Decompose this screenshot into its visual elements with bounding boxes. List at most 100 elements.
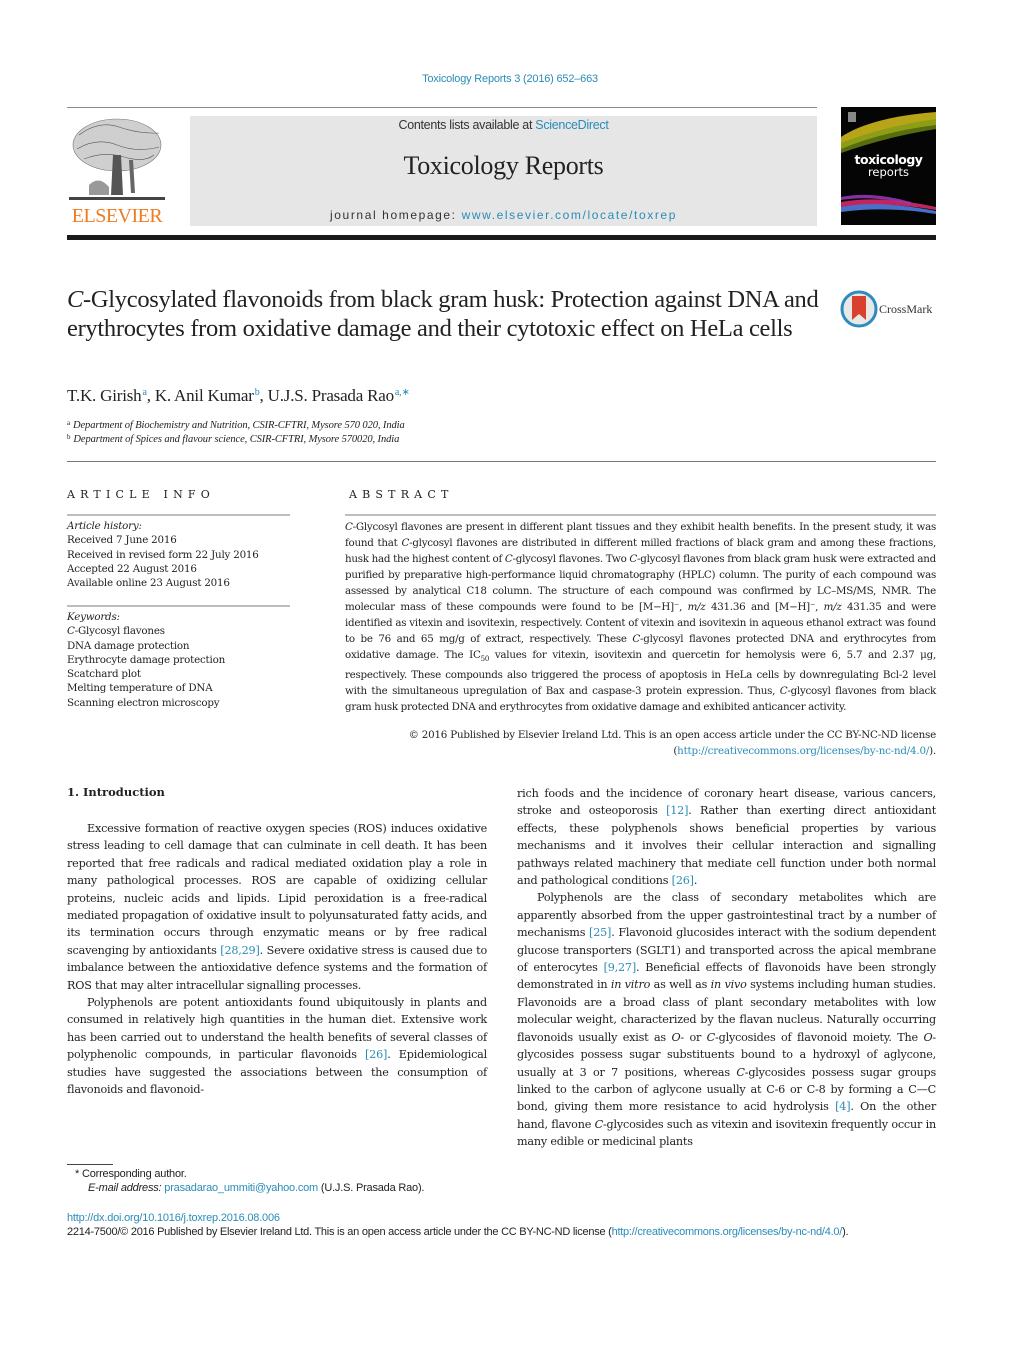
citation-link[interactable]: [25] <box>589 926 611 939</box>
italic-text: in vivo <box>710 978 747 992</box>
body-column-left: Excessive formation of reactive oxygen s… <box>67 820 487 1099</box>
citation-link[interactable]: [26] <box>365 1048 387 1061</box>
paragraph: Excessive formation of reactive oxygen s… <box>67 820 487 994</box>
license-line: 2214-7500/© 2016 Published by Elsevier I… <box>67 1226 849 1238</box>
abstract-body: C-Glycosyl flavones are present in diffe… <box>345 519 936 715</box>
sciencedirect-link[interactable]: ScienceDirect <box>535 118 609 132</box>
affiliation-marker: b <box>67 433 71 441</box>
author-name: T.K. Girish <box>67 386 142 405</box>
masthead: Contents lists available at ScienceDirec… <box>190 116 817 226</box>
keyword-item: Erythrocyte damage protection <box>67 653 292 667</box>
title-italic-prefix: C <box>67 286 84 313</box>
article-title: C-Glycosylated flavonoids from black gra… <box>67 285 827 343</box>
keyword-italic: C <box>67 625 75 638</box>
contents-line: Contents lists available at ScienceDirec… <box>190 118 817 132</box>
cover-subtitle: reports <box>867 165 910 179</box>
footnote-divider <box>67 1164 113 1165</box>
abstract-copyright: © 2016 Published by Elsevier Ireland Ltd… <box>345 727 937 759</box>
crossmark-badge[interactable]: CrossMark <box>840 290 940 330</box>
author[interactable]: K. Anil Kumarb <box>155 386 260 405</box>
paragraph-text: . <box>693 874 698 888</box>
affiliation-mark[interactable]: b <box>255 387 260 398</box>
keyword-text: Melting temperature of DNA <box>67 682 213 695</box>
header-divider <box>67 461 936 462</box>
italic-text: C <box>345 521 353 533</box>
italic-text: C <box>401 537 410 549</box>
italic-text: C <box>632 633 641 645</box>
abstract-text: 431.36 and [M−H]⁻, <box>705 601 824 613</box>
copyright-text: ). <box>929 745 936 757</box>
citation-link[interactable]: [4] <box>835 1100 850 1113</box>
elsevier-wordmark: ELSEVIER <box>71 205 163 227</box>
contents-prefix: Contents lists available at <box>398 118 536 132</box>
paragraph-text: - or <box>680 1030 707 1044</box>
affiliation-marker: a <box>67 419 71 427</box>
author-name: K. Anil Kumar <box>154 386 254 405</box>
keyword-text: DNA damage protection <box>67 639 190 652</box>
article-info-heading: ARTICLE INFO <box>67 488 215 501</box>
author-name: U.J.S. Prasada Rao <box>267 386 394 405</box>
italic-text: in vitro <box>610 978 651 992</box>
history-item: Available online 23 August 2016 <box>67 577 230 590</box>
history-item: Accepted 22 August 2016 <box>67 562 197 575</box>
italic-text: C <box>736 1065 745 1079</box>
elsevier-tree-icon <box>69 118 165 200</box>
corresponding-author-note: * Corresponding author. <box>75 1168 187 1180</box>
journal-cover[interactable]: toxicology reports <box>841 107 936 225</box>
section-heading: 1. Introduction <box>67 785 165 799</box>
paragraph-text: Excessive formation of reactive oxygen s… <box>67 822 487 957</box>
journal-homepage-link[interactable]: www.elsevier.com/locate/toxrep <box>462 208 677 222</box>
affiliation-text: Department of Biochemistry and Nutrition… <box>73 420 405 431</box>
affiliation: a Department of Biochemistry and Nutritio… <box>67 419 405 431</box>
title-text: -Glycosylated flavonoids from black gram… <box>67 286 819 342</box>
keyword-item: DNA damage protection <box>67 639 292 653</box>
citation-link[interactable]: [28,29] <box>220 944 260 957</box>
body-column-right: rich foods and the incidence of coronary… <box>517 785 936 1151</box>
header-thick-divider <box>67 235 936 240</box>
email-label: E-mail address: <box>88 1182 165 1194</box>
keyword-item: C-Glycosyl flavones <box>67 624 292 638</box>
license-text: 2214-7500/© 2016 Published by Elsevier I… <box>67 1226 612 1238</box>
elsevier-logo[interactable]: ELSEVIER <box>67 115 167 227</box>
affiliation-mark[interactable]: a,∗ <box>395 387 410 398</box>
license-link[interactable]: http://creativecommons.org/licenses/by-n… <box>677 745 929 757</box>
journal-title: Toxicology Reports <box>403 151 604 180</box>
author-list: T.K. Girisha, K. Anil Kumarb, U.J.S. Pra… <box>67 386 410 405</box>
keywords: Keywords: C-Glycosyl flavones DNA damage… <box>67 610 292 710</box>
article-history: Article history: Received 7 June 2016 Re… <box>67 519 292 590</box>
citation-link[interactable]: [12] <box>666 804 688 817</box>
homepage-line: journal homepage: www.elsevier.com/locat… <box>190 208 817 222</box>
italic-text: C <box>594 1117 604 1131</box>
history-label: Article history: <box>67 520 142 532</box>
author[interactable]: U.J.S. Prasada Raoa,∗ <box>268 386 410 405</box>
citation-link[interactable]: [26] <box>672 874 694 887</box>
affiliation-mark[interactable]: a <box>142 387 146 398</box>
keyword-text: Scatchard plot <box>67 668 141 681</box>
journal-reference-link[interactable]: Toxicology Reports 3 (2016) 652–663 <box>0 73 1020 85</box>
citation-link[interactable]: [9,27] <box>604 961 637 974</box>
history-item: Received in revised form 22 July 2016 <box>67 548 259 561</box>
paragraph-text: -glycosides of flavonoid moiety. The <box>715 1030 924 1044</box>
top-divider <box>67 107 817 108</box>
keywords-label: Keywords: <box>67 611 120 623</box>
italic-text: C <box>629 553 638 565</box>
affiliation: b Department of Spices and flavour scienc… <box>67 433 399 445</box>
info-divider <box>67 514 290 516</box>
email-note: E-mail address: prasadarao_ummiti@yahoo.… <box>88 1182 424 1194</box>
paragraph: Polyphenols are potent antioxidants foun… <box>67 994 487 1098</box>
keyword-item: Scanning electron microscopy <box>67 696 292 710</box>
info-divider <box>67 605 290 607</box>
license-link[interactable]: http://creativecommons.org/licenses/by-n… <box>612 1226 843 1238</box>
doi-link[interactable]: http://dx.doi.org/10.1016/j.toxrep.2016.… <box>67 1212 280 1224</box>
affiliation-text: Department of Spices and flavour science… <box>73 434 400 445</box>
abstract-text: -glycosyl flavones. Two <box>512 553 630 565</box>
author[interactable]: T.K. Girisha <box>67 386 147 405</box>
email-link[interactable]: prasadarao_ummiti@yahoo.com <box>164 1182 318 1194</box>
history-item: Received 7 June 2016 <box>67 534 177 547</box>
footnote-text: (U.J.S. Prasada Rao). <box>318 1182 425 1194</box>
crossmark-label: CrossMark <box>879 302 933 316</box>
license-text: ). <box>842 1226 849 1238</box>
italic-text: C <box>706 1030 716 1044</box>
crossmark-icon <box>840 290 878 328</box>
paragraph: rich foods and the incidence of coronary… <box>517 785 936 889</box>
